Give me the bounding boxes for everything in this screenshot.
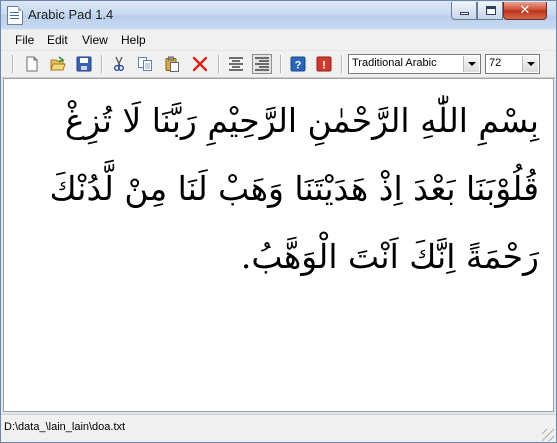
save-icon — [76, 56, 92, 72]
file-path: D:\data_\lain_lain\doa.txt — [4, 421, 126, 433]
delete-button[interactable] — [190, 54, 210, 74]
copy-button[interactable] — [135, 54, 155, 74]
menu-help[interactable]: Help — [121, 33, 146, 47]
new-file-button[interactable] — [22, 54, 42, 74]
chevron-down-icon[interactable] — [522, 56, 538, 72]
cut-icon — [114, 56, 124, 71]
menu-file[interactable]: File — [15, 33, 34, 47]
menu-view[interactable]: View — [82, 33, 108, 47]
toolbar-separator — [12, 55, 14, 73]
new-file-icon — [26, 56, 38, 72]
paste-button[interactable] — [162, 54, 182, 74]
menu-bar: File Edit View Help — [1, 30, 556, 50]
cut-button[interactable] — [109, 54, 129, 74]
chevron-down-icon[interactable] — [463, 56, 479, 72]
close-icon: ✕ — [519, 3, 531, 18]
toolbar-separator — [341, 55, 343, 73]
svg-text:?: ? — [295, 60, 302, 72]
menu-edit[interactable]: Edit — [47, 33, 68, 47]
minimize-button[interactable] — [451, 2, 477, 20]
status-bar: D:\data_\lain_lain\doa.txt — [1, 414, 556, 442]
editor-content[interactable]: بِسْمِ اللّٰهِ الرَّحْمٰنِ الرَّحِيْمِ ر… — [9, 87, 539, 291]
title-bar[interactable]: Arabic Pad 1.4 ✕ — [1, 1, 556, 29]
maximize-icon — [486, 6, 496, 15]
font-name-value: Traditional Arabic — [352, 57, 437, 69]
toolbar: ? ! Traditional Arabic 72 — [1, 51, 556, 78]
font-size-select[interactable]: 72 — [485, 54, 540, 74]
app-window: Arabic Pad 1.4 ✕ File Edit View Help ? !… — [0, 0, 557, 443]
about-button[interactable]: ! — [314, 54, 334, 74]
app-icon[interactable] — [7, 6, 23, 25]
open-folder-icon — [50, 56, 66, 71]
close-button[interactable]: ✕ — [503, 2, 547, 20]
maximize-button[interactable] — [477, 2, 503, 20]
align-center-icon — [229, 57, 243, 71]
copy-icon — [138, 57, 152, 71]
align-right-icon — [255, 57, 269, 71]
window-title: Arabic Pad 1.4 — [28, 7, 114, 22]
align-center-button[interactable] — [226, 54, 246, 74]
font-name-select[interactable]: Traditional Arabic — [348, 54, 481, 74]
paste-icon — [165, 56, 179, 72]
toolbar-separator — [101, 55, 103, 73]
font-size-value: 72 — [489, 57, 502, 69]
help-icon: ? — [290, 56, 306, 72]
help-button[interactable]: ? — [288, 54, 308, 74]
about-icon: ! — [316, 56, 332, 72]
svg-text:!: ! — [322, 60, 326, 72]
text-editor[interactable]: بِسْمِ اللّٰهِ الرَّحْمٰنِ الرَّحِيْمِ ر… — [3, 78, 554, 412]
save-button[interactable] — [74, 54, 94, 74]
delete-icon — [192, 56, 208, 72]
open-file-button[interactable] — [48, 54, 68, 74]
toolbar-separator — [218, 55, 220, 73]
align-right-button[interactable] — [252, 54, 272, 74]
minimize-icon — [460, 12, 469, 15]
resize-grip-icon[interactable] — [542, 429, 554, 441]
toolbar-separator — [280, 55, 282, 73]
